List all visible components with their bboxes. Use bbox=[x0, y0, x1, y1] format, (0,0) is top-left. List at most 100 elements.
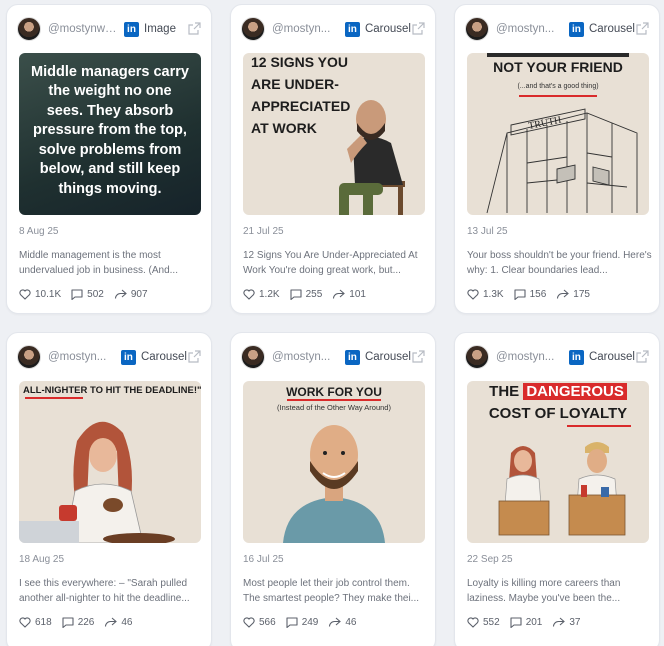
post-type-label: Carousel bbox=[364, 351, 411, 363]
linkedin-icon: in bbox=[120, 349, 136, 365]
post-description: 12 Signs You Are Under-Appreciated At Wo… bbox=[243, 250, 418, 276]
share-icon bbox=[329, 617, 342, 627]
shares-count: 37 bbox=[569, 617, 581, 628]
post-stats: 566 249 46 bbox=[243, 617, 367, 628]
post-thumbnail[interactable]: ALL-NIGHTER TO HIT THE DEADLINE!" bbox=[19, 381, 201, 543]
thumbnail-text: Middle managers carry the weight no one … bbox=[31, 63, 189, 197]
shares-count: 46 bbox=[121, 617, 133, 628]
post-card-header: @mostynwil... in Image bbox=[17, 17, 201, 41]
comment-icon bbox=[510, 617, 522, 628]
post-card-header: @mostyn... in Carousel bbox=[241, 17, 425, 41]
shares-stat: 907 bbox=[114, 289, 148, 300]
external-link-icon[interactable] bbox=[635, 22, 649, 36]
post-type-label: Carousel bbox=[588, 23, 635, 35]
shares-stat: 175 bbox=[556, 289, 590, 300]
likes-count: 552 bbox=[483, 617, 500, 628]
linkedin-icon: in bbox=[568, 21, 584, 37]
likes-count: 618 bbox=[35, 617, 52, 628]
comments-stat: 249 bbox=[286, 617, 319, 628]
share-icon bbox=[114, 289, 127, 299]
avatar[interactable] bbox=[17, 17, 41, 41]
share-icon bbox=[553, 617, 566, 627]
post-stats: 552 201 37 bbox=[467, 617, 591, 628]
author-handle[interactable]: @mostyn... bbox=[496, 351, 563, 363]
post-thumbnail[interactable]: THE DANGEROUS COST OF LOYALTY bbox=[467, 381, 649, 543]
avatar[interactable] bbox=[241, 17, 265, 41]
avatar[interactable] bbox=[17, 345, 41, 369]
comments-count: 156 bbox=[529, 289, 547, 300]
thinking-man-illustration bbox=[339, 100, 405, 215]
comments-stat: 255 bbox=[290, 289, 322, 300]
smiling-man-illustration bbox=[283, 425, 385, 543]
author-handle[interactable]: @mostyn... bbox=[496, 23, 563, 35]
post-card[interactable]: @mostyn... in Carousel THE DANGEROUS COS… bbox=[454, 332, 660, 646]
heart-icon bbox=[243, 289, 255, 300]
post-card-header: @mostyn... in Carousel bbox=[241, 345, 425, 369]
post-card[interactable]: @mostyn... in Carousel 12 SIGNS YOU ARE … bbox=[230, 4, 436, 314]
avatar[interactable] bbox=[465, 17, 489, 41]
comments-stat: 226 bbox=[62, 617, 95, 628]
external-link-icon[interactable] bbox=[187, 22, 201, 36]
truth-sign-text: TRUTH bbox=[527, 115, 562, 132]
two-workers-boxes-illustration bbox=[498, 442, 626, 536]
linkedin-icon: in bbox=[344, 349, 360, 365]
author-handle[interactable]: @mostynwil... bbox=[48, 23, 118, 35]
linkedin-icon: in bbox=[124, 21, 139, 37]
post-thumbnail[interactable]: WORK FOR YOU (Instead of the Other Way A… bbox=[243, 381, 425, 543]
post-date: 18 Aug 25 bbox=[19, 554, 65, 565]
author-handle[interactable]: @mostyn... bbox=[272, 351, 339, 363]
external-link-icon[interactable] bbox=[411, 22, 425, 36]
likes-stat: 1.2K bbox=[243, 289, 280, 300]
post-thumbnail[interactable]: 12 SIGNS YOU ARE UNDER-APPRECIATED AT WO… bbox=[243, 53, 425, 215]
comment-icon bbox=[62, 617, 74, 628]
post-date: 8 Aug 25 bbox=[19, 226, 59, 237]
likes-stat: 1.3K bbox=[467, 289, 504, 300]
shares-count: 101 bbox=[349, 289, 366, 300]
post-type-label: Image bbox=[144, 23, 176, 35]
likes-stat: 10.1K bbox=[19, 289, 61, 300]
post-stats: 618 226 46 bbox=[19, 617, 143, 628]
post-type-label: Carousel bbox=[364, 23, 411, 35]
comment-icon bbox=[71, 289, 83, 300]
comment-icon bbox=[286, 617, 298, 628]
shares-stat: 37 bbox=[552, 617, 581, 628]
linkedin-icon: in bbox=[344, 21, 360, 37]
post-thumbnail[interactable]: Middle managers carry the weight no one … bbox=[19, 53, 201, 215]
author-handle[interactable]: @mostyn... bbox=[272, 23, 339, 35]
comments-stat: 156 bbox=[514, 289, 547, 300]
post-description: Middle management is the most undervalue… bbox=[19, 250, 178, 276]
heart-icon bbox=[243, 617, 255, 628]
heart-icon bbox=[467, 289, 479, 300]
post-card[interactable]: @mostynwil... in Image Middle managers c… bbox=[6, 4, 212, 314]
avatar[interactable] bbox=[465, 345, 489, 369]
likes-stat: 566 bbox=[243, 617, 276, 628]
avatar[interactable] bbox=[241, 345, 265, 369]
comments-count: 249 bbox=[301, 617, 319, 628]
likes-stat: 552 bbox=[467, 617, 500, 628]
comments-count: 226 bbox=[77, 617, 95, 628]
likes-stat: 618 bbox=[19, 617, 52, 628]
post-card[interactable]: @mostyn... in Carousel ALL-NIGHTER TO HI… bbox=[6, 332, 212, 646]
shares-stat: 101 bbox=[332, 289, 366, 300]
post-thumbnail[interactable]: NOT YOUR FRIEND (...and that's a good th… bbox=[467, 53, 649, 215]
post-type-label: Carousel bbox=[588, 351, 635, 363]
post-card-header: @mostyn... in Carousel bbox=[465, 345, 649, 369]
post-stats: 10.1K 502 907 bbox=[19, 289, 158, 300]
external-link-icon[interactable] bbox=[635, 350, 649, 364]
shares-count: 907 bbox=[130, 289, 148, 300]
post-date: 13 Jul 25 bbox=[467, 226, 508, 237]
post-description: Most people let their job control them. … bbox=[243, 578, 420, 604]
post-card[interactable]: @mostyn... in Carousel NOT YOUR FRIEND (… bbox=[454, 4, 660, 314]
post-date: 22 Sep 25 bbox=[467, 554, 513, 565]
external-link-icon[interactable] bbox=[187, 350, 201, 364]
post-stats: 1.3K 156 175 bbox=[467, 289, 600, 300]
comment-icon bbox=[514, 289, 526, 300]
comments-stat: 502 bbox=[71, 289, 104, 300]
post-card[interactable]: @mostyn... in Carousel WORK FOR YOU (Ins… bbox=[230, 332, 436, 646]
heart-icon bbox=[467, 617, 479, 628]
post-description: Loyalty is killing more careers than laz… bbox=[467, 578, 621, 604]
author-handle[interactable]: @mostyn... bbox=[48, 351, 115, 363]
likes-count: 566 bbox=[259, 617, 276, 628]
post-date: 16 Jul 25 bbox=[243, 554, 284, 565]
external-link-icon[interactable] bbox=[411, 350, 425, 364]
